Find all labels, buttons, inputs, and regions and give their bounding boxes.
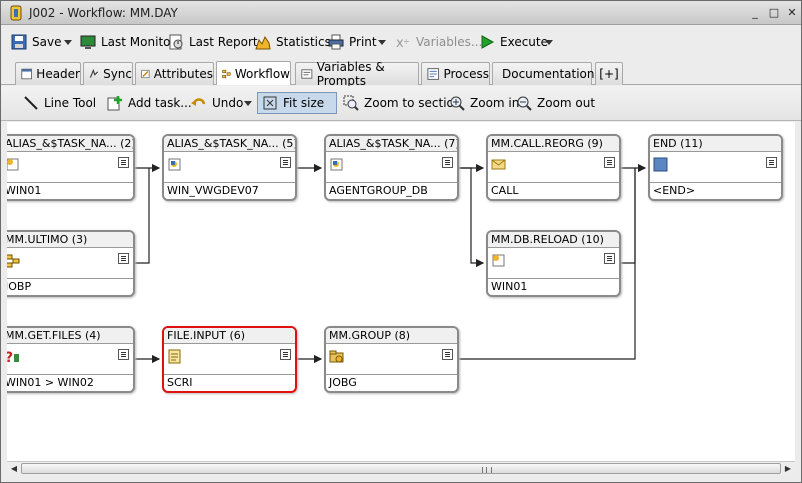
node-menu-icon[interactable]	[118, 157, 129, 168]
job-icon	[7, 158, 19, 171]
zoom-section-icon	[343, 95, 359, 111]
report-icon	[169, 34, 183, 50]
attributes-icon	[141, 69, 150, 79]
node-menu-icon[interactable]	[766, 157, 777, 168]
print-icon	[328, 34, 344, 50]
scrollbar-grip-icon	[482, 467, 492, 473]
save-button[interactable]: Save	[11, 31, 61, 53]
workflow-task-node[interactable]: MM.DB.RELOAD (10) WIN01	[486, 230, 621, 297]
zoom-out-button[interactable]: Zoom out	[512, 92, 599, 114]
maximize-button[interactable]: □	[766, 5, 782, 20]
tab-add[interactable]: [+]	[595, 62, 623, 85]
call-icon	[491, 159, 506, 170]
workflow-icon	[222, 69, 231, 78]
print-dropdown-arrow[interactable]	[378, 40, 386, 45]
header-icon	[21, 68, 32, 80]
script-icon	[168, 349, 181, 364]
line-tool-icon	[24, 96, 38, 110]
zoom-out-icon	[517, 96, 532, 111]
workflow-canvas[interactable]: ALIAS_&$TASK_NA... (2) WIN01 MM.ULTIMO (…	[7, 122, 795, 461]
zoom-in-icon	[450, 96, 465, 111]
node-menu-icon[interactable]	[604, 157, 615, 168]
horizontal-scrollbar[interactable]: ◀ ▶	[7, 461, 795, 475]
workflow-task-node[interactable]: MM.GET.FILES (4) ? WIN01 > WIN02	[7, 326, 135, 393]
execute-dropdown-arrow[interactable]	[545, 40, 553, 45]
variables-tab-icon	[301, 69, 313, 79]
node-menu-icon[interactable]	[118, 253, 129, 264]
job-icon	[492, 254, 505, 267]
tab-workflow[interactable]: Workflow	[216, 61, 291, 85]
node-menu-icon[interactable]	[442, 157, 453, 168]
tab-variables-prompts[interactable]: Variables & Prompts	[295, 60, 419, 88]
end-icon	[653, 157, 668, 172]
workflow-task-node-selected[interactable]: FILE.INPUT (6) SCRI	[162, 326, 297, 393]
tab-header[interactable]: Header	[15, 62, 81, 85]
tab-sync[interactable]: Sync	[83, 62, 133, 85]
tab-process[interactable]: Process	[421, 62, 490, 85]
tab-documentation[interactable]: Documentation	[492, 62, 595, 85]
scrollbar-thumb[interactable]	[21, 463, 781, 474]
process-icon	[427, 68, 440, 80]
main-toolbar: Save Last Monitor Last Report Statistics…	[1, 27, 801, 57]
svg-text:?: ?	[7, 350, 13, 364]
job-icon	[330, 158, 343, 171]
minimize-button[interactable]: _	[747, 5, 763, 20]
group-icon	[329, 350, 344, 363]
node-menu-icon[interactable]	[280, 349, 291, 360]
sync-icon	[89, 68, 99, 78]
node-menu-icon[interactable]	[604, 253, 615, 264]
workflow-task-node[interactable]: ALIAS_&$TASK_NA... (5) WIN_VWGDEV07	[162, 134, 297, 201]
scroll-left-arrow[interactable]: ◀	[8, 463, 20, 474]
workflow-task-node[interactable]: MM.ULTIMO (3) JOBP	[7, 230, 135, 297]
workflow-toolbar: Line Tool Add task... Undo Fit size Zoom…	[1, 86, 801, 121]
window-title: J002 - Workflow: MM.DAY	[29, 6, 178, 20]
node-menu-icon[interactable]	[442, 349, 453, 360]
last-report-button[interactable]: Last Report	[168, 31, 258, 53]
scroll-right-arrow[interactable]: ▶	[782, 463, 794, 474]
app-icon	[10, 5, 22, 21]
undo-button[interactable]: Undo	[187, 92, 247, 114]
workflow-task-node[interactable]: ALIAS_&$TASK_NA... (2) WIN01	[7, 134, 135, 201]
variables-icon: x ÷	[396, 36, 410, 50]
workflow-task-node[interactable]: ALIAS_&$TASK_NA... (7) AGENTGROUP_DB	[324, 134, 459, 201]
statistics-icon	[255, 35, 271, 50]
close-button[interactable]: ✕	[784, 5, 800, 20]
add-task-button[interactable]: Add task...	[103, 92, 196, 114]
add-task-icon	[107, 96, 122, 111]
statistics-button[interactable]: Statistics	[255, 31, 331, 53]
job-icon	[168, 158, 181, 171]
workflow-task-node[interactable]: END (11) <END>	[648, 134, 783, 201]
fit-size-icon	[263, 96, 277, 110]
undo-dropdown-arrow[interactable]	[244, 101, 252, 106]
execute-button[interactable]: Execute	[479, 31, 548, 53]
line-tool-button[interactable]: Line Tool	[19, 92, 100, 114]
save-dropdown-arrow[interactable]	[64, 40, 72, 45]
variables-button[interactable]: x ÷ Variables...	[395, 31, 482, 53]
filetransfer-icon: ?	[7, 350, 19, 364]
last-monitor-button[interactable]: Last Monitor	[80, 31, 175, 53]
svg-text:÷: ÷	[403, 37, 410, 46]
workflow-task-node[interactable]: MM.GROUP (8) JOBG	[324, 326, 459, 393]
undo-icon	[191, 98, 206, 106]
play-icon	[481, 35, 495, 49]
workflow-icon	[7, 254, 20, 268]
tab-bar: Header Sync Attributes Workflow Variable…	[1, 59, 801, 88]
node-menu-icon[interactable]	[280, 157, 291, 168]
tab-attributes[interactable]: Attributes	[135, 62, 214, 85]
print-button[interactable]: Print	[328, 31, 377, 53]
fit-size-button[interactable]: Fit size	[257, 92, 337, 114]
title-bar: J002 - Workflow: MM.DAY _ □ ✕	[1, 1, 801, 25]
node-menu-icon[interactable]	[118, 349, 129, 360]
application-window: J002 - Workflow: MM.DAY _ □ ✕ Save Last …	[0, 0, 802, 483]
workflow-task-node[interactable]: MM.CALL.REORG (9) CALL	[486, 134, 621, 201]
save-icon	[11, 34, 27, 50]
monitor-icon	[80, 35, 96, 49]
